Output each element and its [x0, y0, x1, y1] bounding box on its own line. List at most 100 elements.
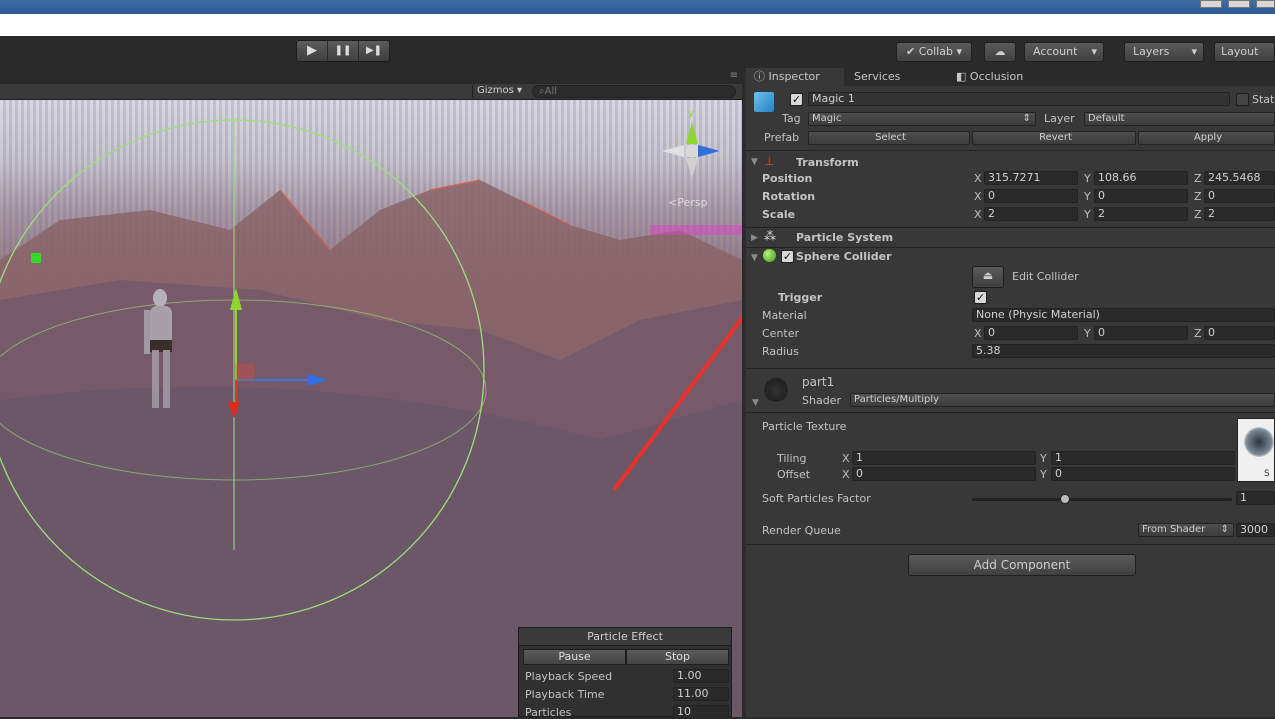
offset-y-field[interactable]: 0 — [1051, 467, 1235, 481]
play-controls: ▶ ❚❚ ▶❚ — [296, 40, 390, 62]
particle-system-icon: ⁂ — [764, 229, 776, 243]
scene-tab-strip: ≡ — [0, 68, 742, 84]
pos-y-axis: Y — [1084, 172, 1091, 185]
particle-system-foldout-icon[interactable]: ▶ — [751, 233, 758, 243]
position-z-field[interactable]: 245.5468 — [1204, 171, 1275, 185]
offset-x-field[interactable]: 0 — [852, 467, 1036, 481]
rot-y-axis: Y — [1084, 190, 1091, 203]
prefab-label: Prefab — [764, 131, 800, 144]
prefab-revert-button[interactable]: Revert — [972, 131, 1136, 145]
prefab-apply-button[interactable]: Apply — [1138, 131, 1275, 145]
scale-x-field[interactable]: 2 — [984, 207, 1078, 221]
center-y-field[interactable]: 0 — [1094, 326, 1188, 340]
collider-handle[interactable] — [31, 253, 41, 263]
cube-icon — [754, 92, 774, 112]
center-z-field[interactable]: 0 — [1204, 326, 1275, 340]
particle-texture-thumbnail[interactable]: S — [1237, 418, 1275, 482]
pe-pause-button[interactable]: Pause — [523, 649, 626, 665]
rot-x-axis: X — [974, 190, 982, 203]
divider — [746, 368, 1275, 369]
material-field[interactable]: None (Physic Material) — [972, 308, 1275, 322]
edit-collider-button[interactable]: ⏏ — [972, 266, 1004, 288]
collab-label: Collab — [918, 45, 953, 58]
soft-particles-slider-thumb[interactable] — [1059, 494, 1070, 504]
tiling-x-axis: X — [842, 452, 850, 465]
position-x-field[interactable]: 315.7271 — [984, 171, 1078, 185]
sphere-collider-foldout-icon[interactable]: ▼ — [751, 253, 758, 263]
material-foldout-icon[interactable]: ▼ — [752, 398, 759, 408]
collab-button[interactable]: ✔ Collab ▾ — [896, 42, 972, 62]
step-button[interactable]: ▶❚ — [359, 41, 389, 61]
soft-particles-field[interactable]: 1 — [1236, 491, 1275, 505]
layer-dropdown[interactable]: Default — [1084, 112, 1275, 126]
add-component-button[interactable]: Add Component — [908, 554, 1136, 576]
scale-y-field[interactable]: 2 — [1094, 207, 1188, 221]
gizmos-dropdown[interactable]: Gizmos ▾ — [472, 84, 526, 99]
panel-menu-icon[interactable]: ≡ — [730, 70, 738, 81]
shader-dropdown[interactable]: Particles/Multiply — [850, 393, 1275, 407]
render-queue-dropdown[interactable]: From Shader ⇕ — [1138, 523, 1234, 537]
maximize-button[interactable] — [1228, 0, 1250, 8]
scene-view[interactable]: y z <Persp — [0, 100, 742, 717]
inspector-panel: ✓ Magic 1 Stat Tag Magic ⇕ Layer Default … — [746, 86, 1275, 717]
sphere-collider-icon — [763, 249, 776, 262]
static-checkbox[interactable] — [1236, 93, 1249, 106]
scale-x-axis: X — [974, 208, 982, 221]
account-button[interactable]: Account ▾ — [1024, 42, 1104, 62]
active-checkbox[interactable]: ✓ — [790, 93, 803, 106]
close-window-button[interactable] — [1256, 0, 1275, 8]
soft-particles-label: Soft Particles Factor — [762, 492, 871, 505]
persp-icon: < — [668, 196, 678, 209]
texture-select-label[interactable]: S — [1264, 469, 1270, 479]
tab-inspector[interactable]: ⓘ Inspector — [746, 68, 844, 86]
tiling-y-field[interactable]: 1 — [1051, 451, 1235, 465]
scene-toolbar: Gizmos ▾ ⌕All — [0, 84, 742, 100]
tab-inspector-label: Inspector — [768, 70, 820, 83]
tab-services-label: Services — [854, 70, 901, 83]
rot-z-axis: Z — [1194, 190, 1202, 203]
gizmo-plane-handle[interactable] — [235, 363, 255, 381]
tag-value: Magic — [812, 113, 842, 124]
transform-foldout-icon[interactable]: ▼ — [751, 157, 758, 167]
pause-button[interactable]: ❚❚ — [328, 41, 359, 61]
playback-speed-field[interactable]: 1.00 — [673, 669, 729, 683]
orientation-gizmo[interactable]: y z — [660, 108, 730, 188]
horizon-magenta — [650, 225, 742, 235]
is-trigger-checkbox[interactable]: ✓ — [974, 291, 987, 304]
position-label: Position — [762, 172, 813, 185]
sphere-collider-title: Sphere Collider — [796, 250, 892, 263]
center-z-axis: Z — [1194, 327, 1202, 340]
offset-x-axis: X — [842, 468, 850, 481]
layers-button[interactable]: Layers ▾ — [1124, 42, 1204, 62]
persp-label[interactable]: <Persp — [668, 196, 707, 209]
cloud-button[interactable]: ☁ — [984, 42, 1016, 62]
object-name-field[interactable]: Magic 1 — [808, 92, 1230, 106]
tag-dropdown[interactable]: Magic ⇕ — [808, 112, 1036, 126]
sphere-collider-enabled-checkbox[interactable]: ✓ — [781, 250, 794, 263]
tab-occlusion[interactable]: ◧ Occlusion — [948, 68, 1058, 86]
rotation-x-field[interactable]: 0 — [984, 189, 1078, 203]
rotation-z-field[interactable]: 0 — [1204, 189, 1275, 203]
render-queue-field[interactable]: 3000 — [1236, 523, 1275, 537]
scene-search-input[interactable]: ⌕All — [532, 85, 736, 98]
cloud-icon: ☁ — [994, 45, 1006, 58]
center-x-field[interactable]: 0 — [984, 326, 1078, 340]
inspector-tab-bar: ⓘ Inspector Services ◧ Occlusion — [746, 68, 1275, 86]
tiling-x-field[interactable]: 1 — [852, 451, 1036, 465]
tab-services[interactable]: Services — [846, 68, 946, 86]
scale-z-field[interactable]: 2 — [1204, 207, 1275, 221]
minimize-button[interactable] — [1200, 0, 1222, 8]
layer-label: Layer — [1044, 112, 1075, 125]
pe-stop-button[interactable]: Stop — [626, 649, 729, 665]
layout-button[interactable]: Layout — [1214, 42, 1275, 62]
radius-field[interactable]: 5.38 — [972, 344, 1275, 358]
play-button[interactable]: ▶ — [297, 41, 328, 61]
edit-collider-icon: ⏏ — [982, 269, 994, 282]
divider — [746, 544, 1275, 545]
rotation-y-field[interactable]: 0 — [1094, 189, 1188, 203]
position-y-field[interactable]: 108.66 — [1094, 171, 1188, 185]
prefab-select-button[interactable]: Select — [808, 131, 970, 145]
soft-particles-slider-track[interactable] — [972, 494, 1232, 504]
offset-label: Offset — [777, 468, 811, 481]
playback-time-field[interactable]: 11.00 — [673, 687, 729, 701]
